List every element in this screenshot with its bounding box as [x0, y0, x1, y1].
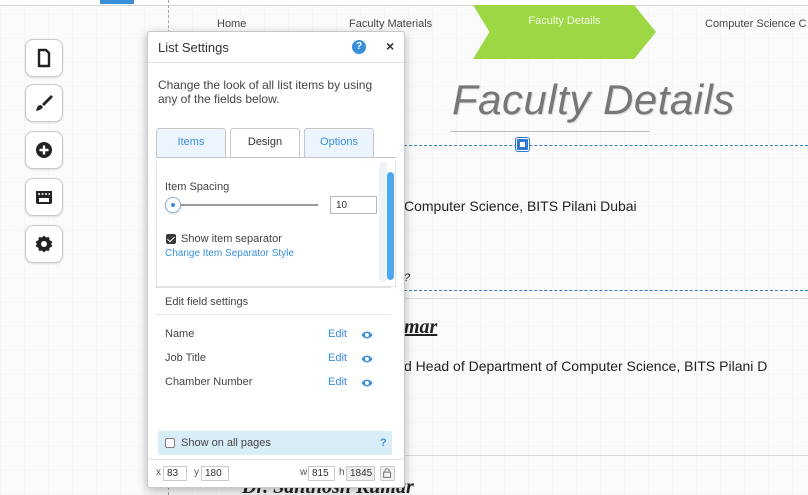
- selection-guide-line: [404, 290, 808, 291]
- settings-icon: [35, 235, 53, 253]
- section-divider: [155, 287, 391, 288]
- nav-item-computer-science[interactable]: Computer Science C: [705, 13, 807, 35]
- add-icon: [36, 142, 52, 158]
- item-separator: [404, 298, 808, 299]
- top-accent: [100, 0, 134, 4]
- field-name-edit-link[interactable]: Edit: [328, 328, 347, 340]
- item-separator: [404, 455, 808, 456]
- field-name: Name: [165, 328, 195, 340]
- x-label: x: [156, 467, 161, 478]
- width-input[interactable]: 815: [308, 466, 335, 481]
- field-job-title: Job Title: [165, 352, 206, 364]
- show-on-all-pages-checkbox[interactable]: [165, 438, 175, 448]
- brush-icon: [36, 95, 53, 111]
- nav-item-faculty-details-label: Faculty Details: [528, 15, 601, 27]
- nav-item-faculty-details[interactable]: Faculty Details: [473, 5, 656, 59]
- page-title: Faculty Details: [452, 76, 735, 123]
- y-position-input[interactable]: 180: [201, 466, 229, 481]
- scrollbar-thumb[interactable]: [387, 172, 394, 280]
- panel-title: List Settings: [158, 40, 229, 55]
- pages-button[interactable]: [25, 39, 63, 77]
- design-button[interactable]: [25, 84, 63, 122]
- item-spacing-slider-track[interactable]: [170, 204, 318, 206]
- anchor-guide-line: [404, 145, 808, 146]
- lock-icon: [383, 468, 392, 478]
- show-separator-label: Show item separator: [181, 233, 282, 245]
- help-icon[interactable]: ?: [380, 437, 387, 449]
- help-icon[interactable]: ?: [352, 40, 366, 54]
- height-input: 1845: [346, 466, 375, 481]
- faculty-line-1: Computer Science, BITS Pilani Dubai: [404, 198, 637, 214]
- item-spacing-slider-knob[interactable]: [165, 197, 181, 213]
- field-chamber-number-edit-link[interactable]: Edit: [328, 376, 347, 388]
- y-label: y: [194, 467, 199, 478]
- item-spacing-label: Item Spacing: [165, 181, 230, 193]
- anchor-handle[interactable]: [516, 138, 529, 151]
- tab-options[interactable]: Options: [304, 128, 374, 157]
- edit-field-settings-label: Edit field settings: [165, 296, 249, 308]
- settings-button[interactable]: [25, 225, 63, 263]
- field-chamber-number: Chamber Number: [165, 376, 253, 388]
- faculty-name-heading: mar: [404, 316, 438, 338]
- show-on-all-pages-label: Show on all pages: [181, 437, 271, 449]
- store-icon: [36, 191, 52, 204]
- x-position-input[interactable]: 83: [163, 466, 187, 481]
- page-icon: [37, 48, 51, 68]
- eye-icon[interactable]: [361, 330, 373, 340]
- h-label: h: [339, 467, 345, 478]
- field-job-title-edit-link[interactable]: Edit: [328, 352, 347, 364]
- scrollbar-track[interactable]: [379, 162, 387, 282]
- show-separator-checkbox[interactable]: [166, 234, 176, 244]
- title-underline: [450, 131, 650, 132]
- add-button[interactable]: [25, 131, 63, 169]
- tab-divider: [156, 157, 396, 158]
- change-separator-style-link[interactable]: Change Item Separator Style: [165, 248, 294, 259]
- w-label: w: [300, 467, 308, 478]
- tab-items[interactable]: Items: [156, 128, 226, 157]
- item-spacing-input[interactable]: [330, 196, 377, 214]
- panel-header[interactable]: List Settings ? ×: [148, 32, 404, 63]
- lock-proportions-button[interactable]: [380, 466, 395, 481]
- app-market-button[interactable]: [25, 178, 63, 216]
- eye-icon[interactable]: [361, 354, 373, 364]
- faculty-line-2: d Head of Department of Computer Science…: [404, 358, 768, 374]
- tab-design[interactable]: Design: [230, 128, 300, 158]
- panel-description: Change the look of all list items by usi…: [158, 78, 373, 106]
- design-scroll-area: [156, 161, 396, 287]
- close-icon[interactable]: ×: [386, 38, 394, 54]
- eye-icon[interactable]: [361, 378, 373, 388]
- panel-footer-divider: [148, 459, 404, 460]
